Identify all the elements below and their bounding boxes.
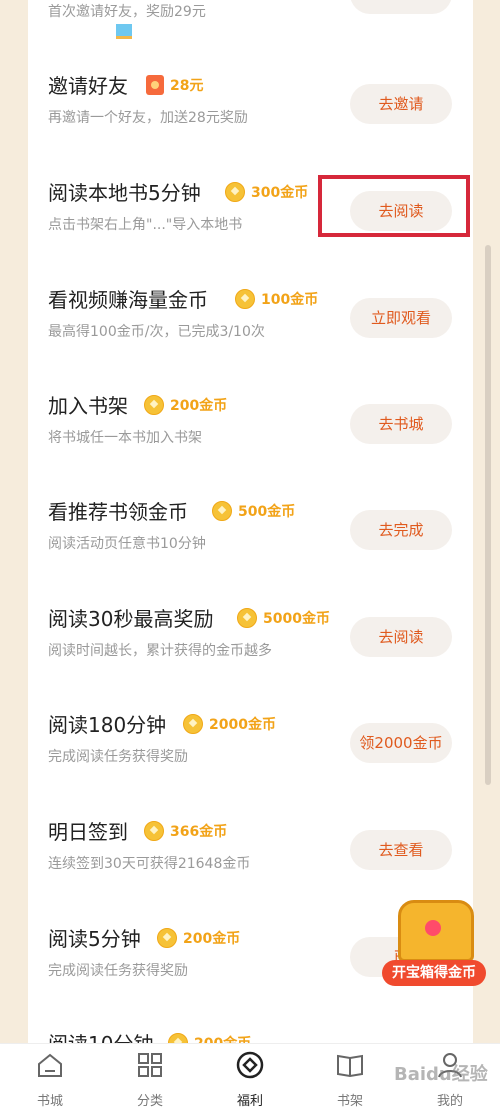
task-desc: 点击书架右上角"..."导入本地书 <box>48 217 243 233</box>
grid-icon <box>135 1050 165 1080</box>
task-title: 阅读180分钟 <box>48 713 167 737</box>
complete-task-button[interactable]: 去完成 <box>350 510 452 550</box>
coin-icon <box>225 182 245 202</box>
task-title: 邀请好友 <box>48 74 128 98</box>
watermark: Baidu经验 <box>394 1064 488 1085</box>
promo-badge-icon <box>116 24 132 39</box>
task-reward: 100金币 <box>235 289 318 311</box>
highlight-annotation <box>318 175 470 237</box>
task-row: 看视频赚海量金币 100金币 最高得100金币/次，已完成3/10次 立即观看 <box>28 284 473 364</box>
coin-icon <box>144 395 164 415</box>
task-title: 加入书架 <box>48 394 128 418</box>
nav-label: 书城 <box>36 1094 63 1109</box>
task-list-card: 首次邀请好友，奖励29元 邀请好友 28元 再邀请一个好友，加送28元奖励 去邀… <box>28 0 473 1050</box>
read-button[interactable]: 去阅读 <box>350 617 452 657</box>
open-chest-label: 开宝箱得金币 <box>382 960 486 986</box>
task-desc: 连续签到30天可获得21648金币 <box>48 856 251 872</box>
task-row: 加入书架 200金币 将书城任一本书加入书架 去书城 <box>28 390 473 470</box>
task-desc: 首次邀请好友，奖励29元 <box>48 4 206 20</box>
task-desc: 阅读时间越长，累计获得的金币越多 <box>48 643 272 659</box>
nav-label: 我的 <box>436 1094 463 1109</box>
heart-icon <box>425 920 441 936</box>
task-reward: 300金币 <box>225 182 308 204</box>
watch-video-button[interactable]: 立即观看 <box>350 298 452 338</box>
task-desc: 阅读活动页任意书10分钟 <box>48 536 206 552</box>
go-bookstore-button[interactable]: 去书城 <box>350 404 452 444</box>
task-reward: 500金币 <box>212 501 295 523</box>
coin-icon <box>212 501 232 521</box>
task-desc: 最高得100金币/次，已完成3/10次 <box>48 324 265 340</box>
red-packet-icon <box>146 75 164 95</box>
task-desc: 再邀请一个好友，加送28元奖励 <box>48 110 248 126</box>
nav-welfare[interactable]: 福利 <box>210 1050 290 1110</box>
coin-icon <box>235 289 255 309</box>
scrollbar[interactable] <box>485 245 491 785</box>
task-title: 阅读5分钟 <box>48 927 141 951</box>
task-desc: 将书城任一本书加入书架 <box>48 430 202 446</box>
nav-bookshelf[interactable]: 书架 <box>310 1050 390 1110</box>
coin-icon <box>237 608 257 628</box>
task-reward: 5000金币 <box>237 608 330 630</box>
task-desc: 完成阅读任务获得奖励 <box>48 749 188 765</box>
task-reward: 28元 <box>146 75 203 97</box>
task-row: 看推荐书领金币 500金币 阅读活动页任意书10分钟 去完成 <box>28 496 473 576</box>
treasure-chest-widget[interactable]: 开宝箱得金币 <box>382 894 490 994</box>
task-row: 阅读180分钟 2000金币 完成阅读任务获得奖励 领2000金币 <box>28 709 473 789</box>
task-title: 阅读本地书5分钟 <box>48 181 201 205</box>
task-row: 阅读30秒最高奖励 5000金币 阅读时间越长，累计获得的金币越多 去阅读 <box>28 603 473 683</box>
task-title: 看视频赚海量金币 <box>48 288 208 312</box>
task-row: 邀请好友 28元 再邀请一个好友，加送28元奖励 去邀请 <box>28 70 473 150</box>
claim-coins-button[interactable]: 领2000金币 <box>350 723 452 763</box>
task-title: 明日签到 <box>48 820 128 844</box>
task-reward: 366金币 <box>144 821 227 843</box>
task-desc: 完成阅读任务获得奖励 <box>48 963 188 979</box>
coin-icon <box>183 714 203 734</box>
task-row-partial: 首次邀请好友，奖励29元 <box>28 0 473 60</box>
task-action-button[interactable] <box>350 0 452 14</box>
gift-icon <box>235 1050 265 1080</box>
nav-label: 分类 <box>136 1094 163 1109</box>
task-title: 阅读30秒最高奖励 <box>48 607 214 631</box>
task-reward: 200金币 <box>144 395 227 417</box>
task-title: 看推荐书领金币 <box>48 500 188 524</box>
coin-icon <box>157 928 177 948</box>
task-reward: 2000金币 <box>183 714 276 736</box>
view-signin-button[interactable]: 去查看 <box>350 830 452 870</box>
book-icon <box>335 1050 365 1080</box>
nav-bookstore[interactable]: 书城 <box>10 1050 90 1110</box>
coin-icon <box>144 821 164 841</box>
home-icon <box>35 1050 65 1080</box>
task-reward: 200金币 <box>157 928 240 950</box>
task-row: 明日签到 366金币 连续签到30天可获得21648金币 去查看 <box>28 816 473 896</box>
nav-label: 书架 <box>336 1094 363 1109</box>
nav-category[interactable]: 分类 <box>110 1050 190 1110</box>
nav-label: 福利 <box>236 1094 263 1109</box>
invite-button[interactable]: 去邀请 <box>350 84 452 124</box>
